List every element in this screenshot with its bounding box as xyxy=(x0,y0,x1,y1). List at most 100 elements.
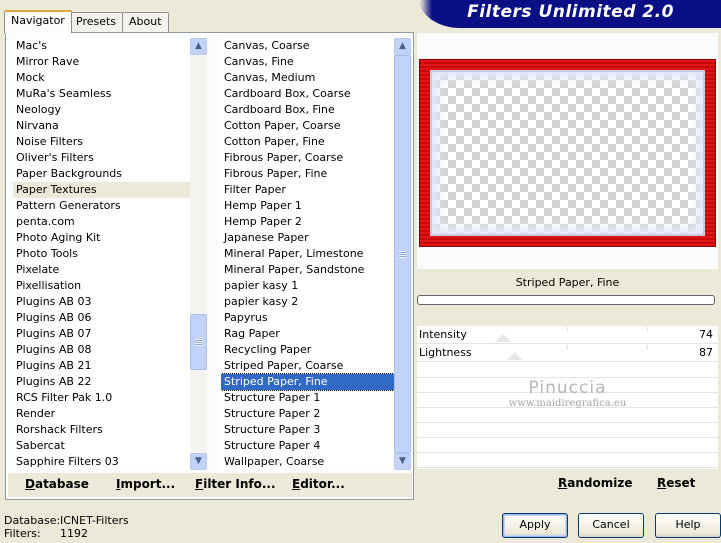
navigator-buttons: Database Import... Filter Info... Editor… xyxy=(8,473,412,497)
filter-item[interactable]: Fibrous Paper, Coarse xyxy=(221,150,394,166)
category-item[interactable]: Mock xyxy=(13,70,190,86)
category-item[interactable]: Plugins AB 22 xyxy=(13,374,190,390)
filter-item[interactable]: Hemp Paper 1 xyxy=(221,198,394,214)
filter-item[interactable]: papier kasy 2 xyxy=(221,294,394,310)
filter-item[interactable]: papier kasy 1 xyxy=(221,278,394,294)
scroll-down-icon[interactable]: ▼ xyxy=(190,453,207,470)
slider-handle-icon[interactable] xyxy=(507,352,523,360)
filter-item[interactable]: Filter Paper xyxy=(221,182,394,198)
category-item[interactable]: Neology xyxy=(13,102,190,118)
slider-value: 87 xyxy=(699,346,713,359)
tab-presets[interactable]: Presets xyxy=(69,12,124,32)
scroll-thumb[interactable] xyxy=(190,314,207,370)
slider-label: Lightness xyxy=(419,346,472,359)
filter-item[interactable]: Striped Paper, Coarse xyxy=(221,358,394,374)
filter-item[interactable]: Canvas, Fine xyxy=(221,54,394,70)
category-item[interactable]: Pattern Generators xyxy=(13,198,190,214)
tab-navigator[interactable]: Navigator xyxy=(4,10,72,33)
filter-item[interactable]: Rag Paper xyxy=(221,326,394,342)
category-item[interactable]: RCS Filter Pak 1.0 xyxy=(13,390,190,406)
category-item[interactable]: Paper Textures xyxy=(13,182,190,198)
help-button[interactable]: Help xyxy=(655,513,721,538)
category-item[interactable]: Plugins AB 08 xyxy=(13,342,190,358)
category-item[interactable]: Plugins AB 03 xyxy=(13,294,190,310)
filter-item[interactable]: Cotton Paper, Fine xyxy=(221,134,394,150)
filters-info: Filters: 1192 xyxy=(4,527,88,540)
filters-label: Filters: xyxy=(4,527,41,540)
reset-button[interactable]: Reset xyxy=(657,476,695,490)
category-item[interactable]: Pixelate xyxy=(13,262,190,278)
filter-item[interactable]: Striped Paper, Fine xyxy=(221,373,394,391)
slider-intensity[interactable]: Intensity 74 xyxy=(417,326,718,344)
filter-item[interactable]: Cotton Paper, Coarse xyxy=(221,118,394,134)
category-item[interactable]: Pixellisation xyxy=(13,278,190,294)
filters-count: 1192 xyxy=(60,527,88,540)
category-item[interactable]: Nirvana xyxy=(13,118,190,134)
category-item[interactable]: Render xyxy=(13,406,190,422)
category-item[interactable]: penta.com xyxy=(13,214,190,230)
category-item[interactable]: Rorshack Filters xyxy=(13,422,190,438)
category-item[interactable]: MuRa's Seamless xyxy=(13,86,190,102)
filter-item[interactable]: Papyrus xyxy=(221,310,394,326)
filter-item[interactable]: Cardboard Box, Fine xyxy=(221,102,394,118)
filter-info-button[interactable]: Filter Info... xyxy=(195,477,276,491)
randomize-button[interactable]: Randomize xyxy=(558,476,632,490)
preview-image xyxy=(419,59,716,247)
editor-button[interactable]: Editor... xyxy=(292,477,345,491)
filter-item[interactable]: Canvas, Coarse xyxy=(221,38,394,54)
import-button[interactable]: Import... xyxy=(116,477,175,491)
filter-item[interactable]: Hemp Paper 2 xyxy=(221,214,394,230)
filter-item[interactable]: Canvas, Medium xyxy=(221,70,394,86)
category-item[interactable]: Mac's xyxy=(13,38,190,54)
parameter-sliders: Intensity 74 Lightness 87 Pinuccia www.m… xyxy=(417,326,718,469)
current-filter-name: Striped Paper, Fine xyxy=(515,276,620,289)
filter-item[interactable]: Recycling Paper xyxy=(221,342,394,358)
filter-item[interactable]: Structure Paper 3 xyxy=(221,422,394,438)
category-item[interactable]: Plugins AB 21 xyxy=(13,358,190,374)
filter-item[interactable]: Cardboard Box, Coarse xyxy=(221,86,394,102)
scroll-thumb[interactable] xyxy=(394,55,411,453)
tab-about[interactable]: About xyxy=(122,12,169,32)
app-title: Filters Unlimited 2.0 xyxy=(467,2,674,22)
watermark-name: Pinuccia xyxy=(528,378,607,398)
category-list[interactable]: Mac's Mirror Rave Mock MuRa's Seamless Neolo… xyxy=(13,38,207,470)
watermark-url: www.maidiregrafica.eu xyxy=(508,398,627,409)
empty-slider-row xyxy=(417,363,718,378)
filter-list[interactable]: Canvas, Coarse Canvas, Fine Canvas, Medium… xyxy=(221,38,411,470)
filter-scrollbar[interactable]: ▲ ▼ xyxy=(394,38,411,470)
title-banner: Filters Unlimited 2.0 xyxy=(420,0,721,28)
category-item[interactable]: Plugins AB 06 xyxy=(13,310,190,326)
progress-bar xyxy=(417,295,715,305)
scroll-up-icon[interactable]: ▲ xyxy=(394,38,411,55)
category-item[interactable]: Plugins AB 07 xyxy=(13,326,190,342)
apply-button[interactable]: Apply xyxy=(502,513,568,538)
filter-item[interactable]: Mineral Paper, Limestone xyxy=(221,246,394,262)
database-button[interactable]: Database xyxy=(25,477,89,491)
category-item[interactable]: Photo Tools xyxy=(13,246,190,262)
slider-label: Intensity xyxy=(419,328,467,341)
filter-item[interactable]: Mineral Paper, Sandstone xyxy=(221,262,394,278)
empty-slider-row xyxy=(417,453,718,468)
filter-item[interactable]: Structure Paper 2 xyxy=(221,406,394,422)
category-item[interactable]: Photo Aging Kit xyxy=(13,230,190,246)
slider-lightness[interactable]: Lightness 87 xyxy=(417,344,718,362)
category-item[interactable]: Mirror Rave xyxy=(13,54,190,70)
slider-handle-icon[interactable] xyxy=(495,334,511,342)
category-item[interactable]: Paper Backgrounds xyxy=(13,166,190,182)
database-label: Database: xyxy=(4,514,61,527)
filter-item[interactable]: Japanese Paper xyxy=(221,230,394,246)
preview-area xyxy=(417,33,718,269)
category-item[interactable]: Oliver's Filters xyxy=(13,150,190,166)
category-item[interactable]: Sapphire Filters 03 xyxy=(13,454,190,470)
filter-item[interactable]: Wallpaper, Coarse xyxy=(221,454,394,470)
category-scrollbar[interactable]: ▲ ▼ xyxy=(190,38,207,470)
scroll-down-icon[interactable]: ▼ xyxy=(394,453,411,470)
filter-item[interactable]: Structure Paper 1 xyxy=(221,390,394,406)
scroll-up-icon[interactable]: ▲ xyxy=(190,38,207,55)
cancel-button[interactable]: Cancel xyxy=(578,513,644,538)
category-item[interactable]: Noise Filters xyxy=(13,134,190,150)
filter-item[interactable]: Structure Paper 4 xyxy=(221,438,394,454)
category-item[interactable]: Sabercat xyxy=(13,438,190,454)
filter-item[interactable]: Fibrous Paper, Fine xyxy=(221,166,394,182)
empty-slider-row xyxy=(417,438,718,453)
